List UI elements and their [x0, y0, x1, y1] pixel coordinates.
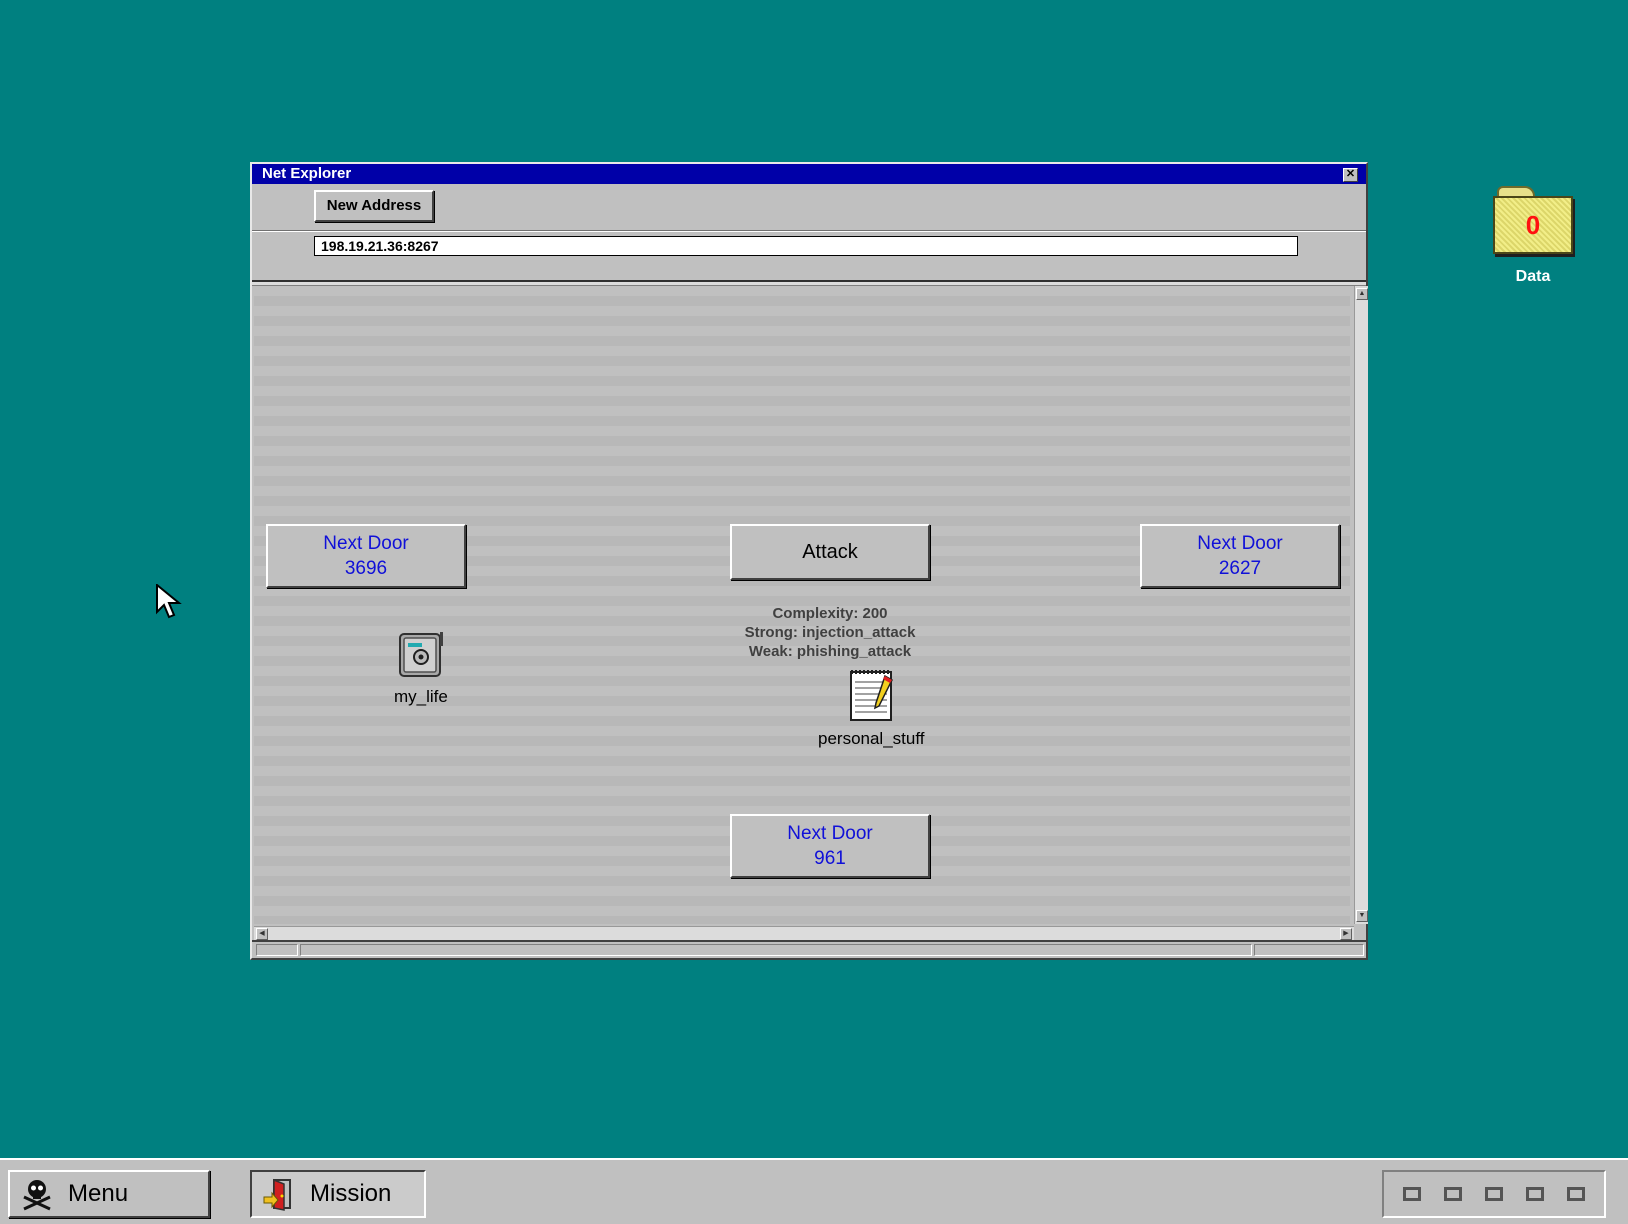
horizontal-scrollbar[interactable]: ◀ ▶: [254, 926, 1354, 940]
close-icon[interactable]: ✕: [1343, 168, 1358, 182]
tray-slot-icon[interactable]: [1484, 1187, 1503, 1201]
strong-text: Strong: injection_attack: [744, 624, 916, 641]
door-label: Next Door: [323, 533, 409, 554]
next-door-button-2627[interactable]: Next Door 2627: [1140, 524, 1340, 588]
vertical-scrollbar[interactable]: ▲ ▼: [1354, 286, 1368, 924]
door-label: Next Door: [1197, 533, 1283, 554]
file-my-life[interactable]: my_life: [394, 630, 448, 707]
weak-text: Weak: phishing_attack: [748, 643, 912, 660]
next-door-button-961[interactable]: Next Door 961: [730, 814, 930, 878]
scroll-left-icon[interactable]: ◀: [256, 928, 268, 940]
tray-slot-icon[interactable]: [1566, 1187, 1585, 1201]
window-titlebar[interactable]: Net Explorer ✕: [252, 164, 1366, 184]
safe-icon: [398, 632, 443, 677]
door-label: Next Door: [787, 823, 873, 844]
mission-label: Mission: [310, 1180, 392, 1207]
folder-icon: 0: [1491, 182, 1575, 258]
scroll-down-icon[interactable]: ▼: [1356, 910, 1368, 922]
door-exit-icon: [263, 1178, 291, 1211]
attack-button[interactable]: Attack: [730, 524, 930, 580]
data-folder-label: Data: [1515, 268, 1551, 285]
next-door-button-3696[interactable]: Next Door 3696: [266, 524, 466, 588]
skull-crossbones-icon: [23, 1180, 51, 1211]
menu-label: Menu: [68, 1180, 129, 1207]
data-folder-shortcut[interactable]: 0 Data: [1488, 182, 1578, 286]
scroll-right-icon[interactable]: ▶: [1340, 928, 1352, 940]
mouse-cursor-icon: [156, 584, 182, 619]
node-view: Next Door 3696 Attack Next Door 2627 Com…: [254, 286, 1350, 924]
scroll-up-icon[interactable]: ▲: [1356, 288, 1368, 300]
toolbar-divider: [252, 230, 1366, 232]
file-name: my_life: [394, 687, 448, 706]
new-address-button[interactable]: New Address: [314, 190, 434, 222]
taskbar: Menu Mission: [0, 1158, 1628, 1224]
address-field[interactable]: [314, 236, 1298, 256]
net-explorer-window: Net Explorer ✕ New Address Next Door 369…: [250, 162, 1368, 960]
status-bar: [252, 940, 1366, 958]
notepad-icon: [850, 670, 894, 721]
file-personal-stuff[interactable]: personal_stuff: [818, 666, 924, 749]
tray-slot-icon[interactable]: [1525, 1187, 1544, 1201]
complexity-text: Complexity: 200: [772, 605, 888, 622]
system-tray: [1382, 1170, 1606, 1218]
tray-slot-icon[interactable]: [1444, 1187, 1463, 1201]
door-number: 961: [814, 848, 846, 869]
door-number: 2627: [1218, 558, 1262, 579]
door-number: 3696: [344, 558, 388, 579]
mission-button[interactable]: Mission: [250, 1170, 426, 1218]
menu-button[interactable]: Menu: [8, 1170, 210, 1218]
tray-slot-icon[interactable]: [1403, 1187, 1422, 1201]
target-info: Complexity: 200 Strong: injection_attack…: [680, 604, 980, 661]
data-count: 0: [1525, 209, 1541, 240]
file-name: personal_stuff: [818, 729, 925, 748]
window-title: Net Explorer: [262, 165, 352, 182]
